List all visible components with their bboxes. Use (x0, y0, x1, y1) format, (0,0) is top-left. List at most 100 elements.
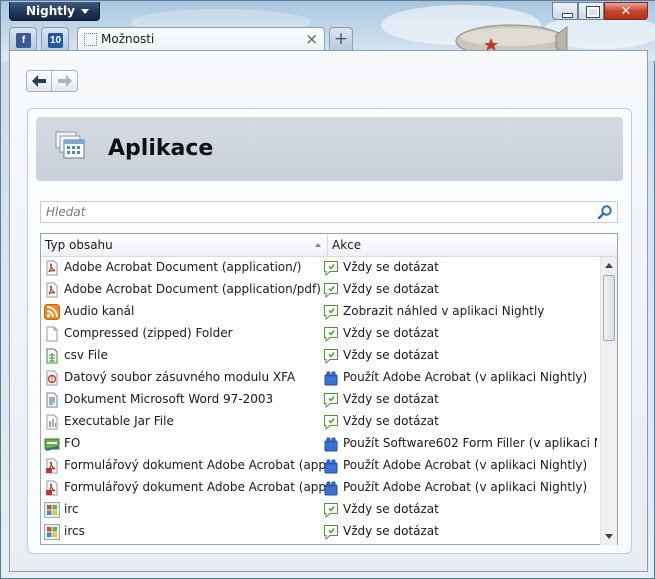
app-tab-facebook[interactable]: f (9, 27, 37, 51)
pane-header: Aplikace (36, 117, 623, 181)
action-select[interactable]: Použít Software602 Form Filler (v aplika… (343, 436, 597, 450)
tab-label: Možnosti (101, 32, 155, 46)
ask-icon (323, 502, 339, 519)
action-select[interactable]: Vždy se dotázat (343, 348, 597, 362)
table-row[interactable]: Formulářový dokument Adobe Acrobat (appl… (41, 477, 600, 499)
tab-strip: f 10 Možnosti × + (9, 27, 649, 51)
content-type-label: csv File (64, 348, 108, 362)
action-select[interactable]: Použít Adobe Acrobat (v aplikaci Nightly… (343, 458, 597, 472)
plugin-icon (323, 436, 339, 452)
facebook-icon: f (16, 33, 31, 48)
action-select[interactable]: Použít Adobe Acrobat (v aplikaci Nightly… (343, 480, 597, 494)
table-row[interactable]: csv File Vždy se dotázat (41, 345, 600, 367)
back-button[interactable] (26, 70, 52, 92)
pdf-form-icon (44, 480, 60, 496)
content-type-label: Adobe Acrobat Document (application/) (64, 260, 302, 274)
ask-icon (323, 392, 339, 409)
jar-icon (44, 414, 60, 430)
plugin-icon (323, 458, 339, 474)
plugin-icon (323, 370, 339, 386)
table-row[interactable]: Executable Jar File Vždy se dotázat (41, 411, 600, 433)
content-type-label: FO (64, 436, 81, 450)
app-menu-label: Nightly (26, 4, 75, 18)
table-row[interactable]: Dokument Microsoft Word 97-2003 Vždy se d… (41, 389, 600, 411)
ten-icon: 10 (48, 33, 63, 48)
table-row[interactable]: Adobe Acrobat Document (application/) Vžd… (41, 257, 600, 279)
xfa-icon (44, 370, 60, 386)
app-tab-ten[interactable]: 10 (41, 27, 69, 51)
pdf-icon (44, 282, 60, 298)
minimize-button[interactable] (552, 2, 578, 20)
ask-icon (323, 282, 339, 299)
ask-icon (323, 326, 339, 343)
new-tab-button[interactable]: + (329, 27, 353, 51)
content-area: Aplikace Hledat Typ obsahu Akce Adobe Ac… (9, 50, 648, 572)
forward-arrow-icon (57, 75, 72, 87)
windows-icon (44, 502, 60, 518)
search-placeholder: Hledat (46, 205, 86, 219)
ask-icon (323, 524, 339, 541)
column-separator[interactable] (327, 234, 328, 256)
action-select[interactable]: Vždy se dotázat (343, 414, 597, 428)
navigation-buttons (26, 70, 78, 92)
action-select[interactable]: Zobrazit náhled v aplikaci Nightly (343, 304, 597, 318)
scroll-up-icon[interactable] (605, 263, 613, 268)
content-type-label: Adobe Acrobat Document (application/pdf) (64, 282, 321, 296)
scrollbar-thumb[interactable] (603, 275, 615, 341)
feed-icon (44, 304, 60, 320)
table-row[interactable]: Formulářový dokument Adobe Acrobat (appl… (41, 455, 600, 477)
vertical-scrollbar[interactable] (600, 257, 617, 545)
content-type-label: Formulářový dokument Adobe Acrobat (appl… (64, 480, 326, 494)
window-controls: ✕ (552, 2, 648, 21)
table-row[interactable]: Adobe Acrobat Document (application/pdf)… (41, 279, 600, 301)
blank-page-icon (84, 33, 97, 46)
ask-icon (323, 348, 339, 365)
windows-icon (44, 524, 60, 540)
table-row[interactable]: irc Vždy se dotázat (41, 499, 600, 521)
forward-button[interactable] (52, 70, 78, 92)
close-window-button[interactable]: ✕ (604, 2, 648, 20)
content-type-label: Audio kanál (64, 304, 135, 318)
plugin-icon (323, 480, 339, 496)
page-title: Aplikace (108, 136, 214, 161)
document-icon (44, 392, 60, 408)
search-input[interactable]: Hledat (40, 201, 618, 223)
ask-icon (323, 304, 339, 321)
applications-pane: Aplikace Hledat Typ obsahu Akce Adobe Ac… (27, 108, 632, 554)
ask-icon (323, 414, 339, 431)
action-select[interactable]: Vždy se dotázat (343, 524, 597, 538)
dropdown-arrow-icon (81, 9, 89, 14)
scroll-down-icon[interactable] (605, 534, 613, 539)
action-select[interactable]: Vždy se dotázat (343, 392, 597, 406)
column-header-type[interactable]: Typ obsahu (45, 238, 113, 252)
spreadsheet-icon (44, 348, 60, 364)
fo-icon (44, 436, 60, 452)
table-row[interactable]: Datový soubor zásuvného modulu XFA Použít… (41, 367, 600, 389)
ask-icon (323, 260, 339, 277)
action-select[interactable]: Vždy se dotázat (343, 260, 597, 274)
close-tab-button[interactable]: × (305, 30, 318, 48)
sort-ascending-icon (315, 243, 321, 247)
content-type-label: Datový soubor zásuvného modulu XFA (64, 370, 296, 384)
action-select[interactable]: Vždy se dotázat (343, 282, 597, 296)
pdf-icon (44, 260, 60, 276)
content-type-label: ircs (64, 524, 85, 538)
table-row[interactable]: Audio kanál Zobrazit náhled v aplikaci Ni… (41, 301, 600, 323)
table-row[interactable]: FO Použít Software602 Form Filler (v apli… (41, 433, 600, 455)
content-type-label: Dokument Microsoft Word 97-2003 (64, 392, 274, 406)
action-select[interactable]: Použít Adobe Acrobat (v aplikaci Nightly… (343, 370, 597, 384)
app-menu-button[interactable]: Nightly (9, 2, 100, 21)
content-type-label: Executable Jar File (64, 414, 174, 428)
handlers-table: Typ obsahu Akce Adobe Acrobat Document (… (40, 233, 618, 545)
content-type-label: irc (64, 502, 79, 516)
table-row[interactable]: ircs Vždy se dotázat (41, 521, 600, 543)
applications-icon (55, 131, 85, 159)
maximize-button[interactable] (578, 2, 604, 20)
search-icon[interactable] (597, 204, 613, 220)
action-select[interactable]: Vždy se dotázat (343, 326, 597, 340)
table-row[interactable]: Compressed (zipped) Folder Vždy se dotáza… (41, 323, 600, 345)
action-select[interactable]: Vždy se dotázat (343, 502, 597, 516)
column-header-action[interactable]: Akce (332, 238, 361, 252)
table-body: Adobe Acrobat Document (application/) Vžd… (41, 257, 600, 545)
tab-options[interactable]: Možnosti × (77, 27, 325, 51)
